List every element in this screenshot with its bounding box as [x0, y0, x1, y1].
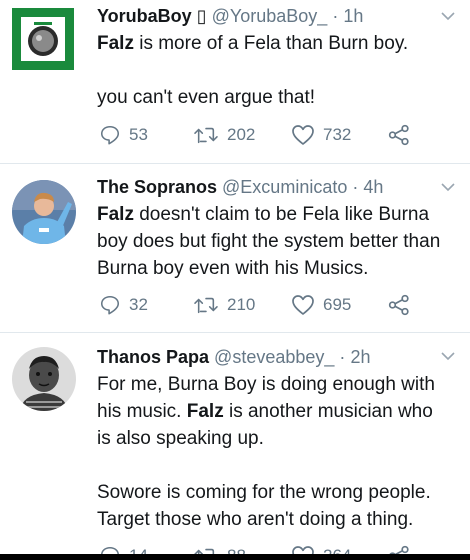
avatar[interactable]: [12, 347, 76, 411]
bold-mention: Falz: [97, 204, 134, 225]
reply-button[interactable]: 53: [99, 122, 148, 148]
like-count: 732: [323, 125, 352, 144]
user-handle[interactable]: @Excuminicato: [222, 177, 347, 197]
display-name[interactable]: The Sopranos: [97, 177, 217, 197]
bold-mention: Falz: [186, 401, 224, 422]
avatar[interactable]: [12, 8, 74, 70]
retweet-icon: [194, 127, 218, 144]
retweet-count: 210: [227, 295, 256, 314]
share-icon: [388, 124, 409, 146]
like-count: 695: [323, 295, 352, 314]
retweet-button[interactable]: 210: [193, 292, 255, 318]
timestamp[interactable]: 2h: [350, 347, 370, 367]
reply-count: 32: [129, 295, 148, 314]
user-handle[interactable]: @steveabbey_: [214, 347, 334, 367]
tweet-header: YorubaBoy ▯ @YorubaBoy_ · 1h: [97, 4, 440, 28]
retweet-count: 202: [227, 125, 256, 144]
tweet-actions: 53 202 732: [97, 122, 450, 148]
tweet-text: Falz is more of a Fela than Burn boy. yo…: [97, 30, 450, 111]
tweet-header: Thanos Papa @steveabbey_ · 2h: [97, 345, 440, 369]
tweet-text-part: is more of a Fela than Burn boy.: [133, 33, 409, 54]
separator-dot: ·: [332, 6, 339, 26]
reply-count: 53: [129, 125, 148, 144]
heart-icon: [292, 125, 314, 145]
chevron-down-icon[interactable]: [440, 179, 456, 195]
tweet-header: The Sopranos @Excuminicato · 4h: [97, 175, 440, 199]
tweet-text: Falz doesn't claim to be Fela like Burna…: [97, 201, 450, 282]
chevron-down-icon[interactable]: [440, 348, 456, 364]
like-button[interactable]: 732: [291, 122, 351, 148]
bottom-edge-bar: [0, 554, 470, 560]
tweet-text-line2: Sowore is coming for the wrong people. T…: [97, 482, 431, 530]
timestamp[interactable]: 1h: [343, 6, 363, 26]
heart-icon: [292, 295, 314, 315]
tweet-text-line2: you can't even argue that!: [97, 87, 316, 108]
share-icon: [388, 294, 409, 316]
retweet-icon: [194, 297, 218, 314]
separator-dot: ·: [339, 347, 346, 367]
tweet-2[interactable]: The Sopranos @Excuminicato · 4h Falz doe…: [0, 164, 470, 332]
reply-button[interactable]: 32: [99, 292, 148, 318]
nigerian-flag-avatar-icon: [12, 8, 74, 70]
chevron-down-icon[interactable]: [440, 8, 456, 24]
timestamp[interactable]: 4h: [363, 177, 383, 197]
retweet-button[interactable]: 202: [193, 122, 255, 148]
tweet-text: For me, Burna Boy is doing enough with h…: [97, 371, 450, 533]
tweet-actions: 32 210 695: [97, 292, 450, 318]
child-photo-avatar-icon: [12, 347, 76, 411]
tweet-1[interactable]: YorubaBoy ▯ @YorubaBoy_ · 1h Falz is mor…: [0, 0, 470, 163]
tweet-text-part: doesn't claim to be Fela like Burna boy …: [97, 204, 441, 279]
share-button[interactable]: [388, 292, 410, 318]
bold-mention: Falz: [97, 33, 134, 54]
reply-icon: [100, 125, 120, 145]
user-handle[interactable]: @YorubaBoy_: [212, 6, 328, 26]
footballer-avatar-icon: [12, 180, 76, 244]
name-glyph: ▯: [196, 6, 207, 26]
share-button[interactable]: [388, 122, 410, 148]
display-name[interactable]: Thanos Papa: [97, 347, 209, 367]
like-button[interactable]: 695: [291, 292, 351, 318]
reply-icon: [100, 295, 120, 315]
avatar[interactable]: [12, 180, 76, 244]
display-name[interactable]: YorubaBoy: [97, 6, 192, 26]
tweet-3[interactable]: Thanos Papa @steveabbey_ · 2h For me, Bu…: [0, 333, 470, 560]
separator-dot: ·: [352, 177, 359, 197]
